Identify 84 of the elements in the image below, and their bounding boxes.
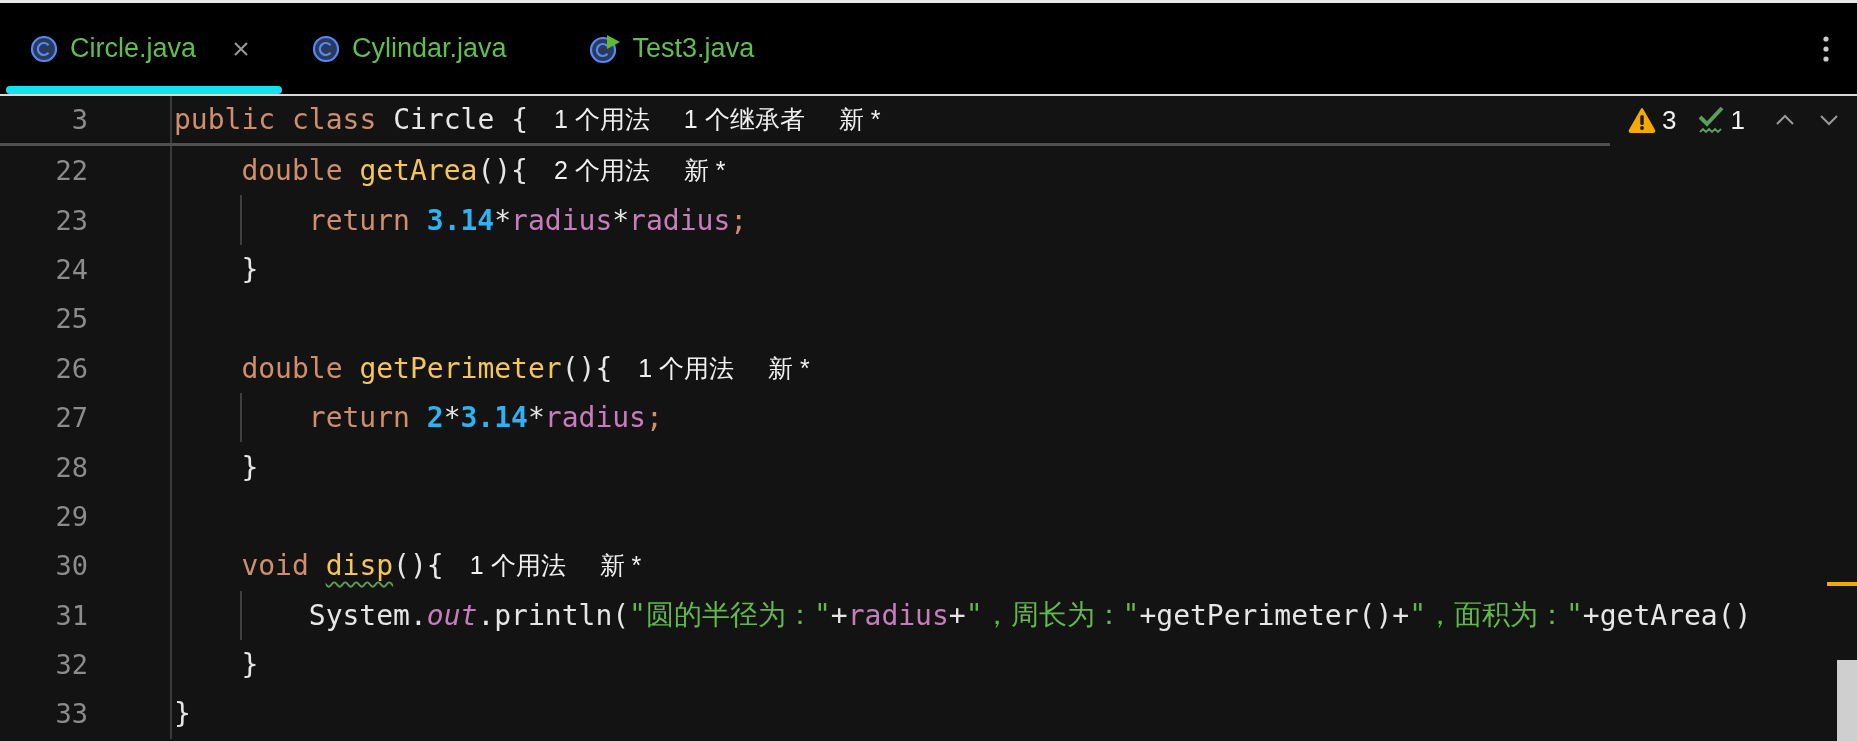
scrollbar-thumb[interactable]: [1837, 660, 1857, 741]
string-literal: "圆的半径为：": [629, 597, 831, 634]
line-number: 30: [55, 550, 88, 582]
line-number: 22: [55, 155, 88, 187]
semicolon: ;: [645, 401, 663, 435]
code-text: }: [174, 697, 191, 731]
field-name: radius: [847, 598, 949, 632]
file-tab[interactable]: Circle.java: [0, 3, 282, 94]
semicolon: ;: [730, 203, 748, 237]
code-text: (){: [393, 549, 444, 583]
inlay-hint[interactable]: 新 *: [838, 103, 881, 136]
indent-guide: [240, 195, 242, 245]
line-number: 33: [55, 698, 88, 730]
warning-count: 3: [1662, 104, 1677, 136]
code-text: }: [241, 252, 259, 286]
method-name: disp: [325, 549, 394, 583]
string-literal: "，面积为：": [1409, 597, 1583, 634]
line-number: 24: [55, 253, 88, 285]
field-name: radius: [629, 203, 731, 237]
keyword: void: [241, 549, 309, 583]
more-menu-icon[interactable]: [1823, 35, 1829, 62]
close-icon[interactable]: [232, 39, 251, 58]
file-tab[interactable]: Cylindar.java: [282, 3, 535, 94]
warning-icon[interactable]: [1628, 107, 1657, 133]
code-text: *: [443, 401, 461, 435]
code-text: +getArea(): [1582, 598, 1752, 632]
line-number: 29: [55, 500, 88, 532]
inlay-hint[interactable]: 1 个继承者: [683, 103, 805, 136]
number-literal: 3.14: [426, 203, 495, 237]
number-literal: 3.14: [460, 401, 528, 435]
static-field: out: [426, 598, 478, 632]
class-icon: [312, 34, 340, 63]
inlay-hint[interactable]: 1 个用法: [469, 549, 566, 583]
line-number: 3: [71, 104, 88, 135]
indent-guide: [240, 392, 242, 443]
inlay-hint[interactable]: 新 *: [768, 351, 810, 385]
line-number: 25: [55, 303, 88, 335]
class-run-icon: [588, 33, 621, 64]
tab-label: Cylindar.java: [352, 33, 507, 64]
code-text: (){: [477, 154, 528, 188]
keyword: return: [308, 401, 410, 435]
keyword: return: [308, 203, 410, 237]
keyword: public: [174, 103, 276, 136]
code-text: (){: [561, 351, 613, 385]
inlay-hint[interactable]: 1 个用法: [638, 351, 735, 385]
weak-warning-count: 1: [1730, 104, 1745, 136]
weak-warning-icon[interactable]: [1696, 105, 1725, 135]
code-text: }: [241, 450, 259, 484]
line-number: 32: [55, 649, 88, 681]
line-number: 31: [55, 599, 88, 631]
code-text: *: [494, 203, 512, 237]
inlay-hint[interactable]: 新 *: [599, 549, 642, 583]
string-literal: "，周长为：": [965, 597, 1140, 634]
line-number: 27: [55, 402, 88, 434]
code-text: System.: [308, 598, 427, 632]
number-literal: 2: [426, 401, 444, 435]
code-text: *: [612, 203, 630, 237]
field-name: radius: [544, 401, 646, 435]
previous-highlight-button[interactable]: [1775, 114, 1795, 126]
line-number: 23: [55, 204, 88, 236]
code-text: .println(: [477, 598, 630, 632]
code-text: *: [527, 401, 545, 435]
code-text: +getPerimeter()+: [1139, 598, 1410, 632]
code-text: }: [241, 648, 259, 682]
keyword: double: [241, 154, 343, 188]
method-name: getArea: [359, 154, 478, 188]
keyword: class: [292, 103, 377, 136]
field-name: radius: [511, 203, 613, 237]
code-text: Circle {: [393, 103, 528, 136]
indent-guide: [240, 590, 242, 640]
keyword: double: [241, 351, 343, 385]
inlay-hint[interactable]: 新 *: [683, 154, 726, 188]
file-tab[interactable]: Test3.java: [558, 3, 783, 94]
method-name: getPerimeter: [359, 351, 562, 385]
class-icon: [30, 34, 58, 63]
code-text: +: [830, 598, 848, 632]
tab-label: Circle.java: [70, 33, 197, 64]
next-highlight-button[interactable]: [1819, 114, 1839, 126]
line-number: 28: [55, 451, 88, 483]
inlay-hint[interactable]: 2 个用法: [554, 154, 650, 188]
line-number: 26: [55, 352, 88, 384]
tab-label: Test3.java: [632, 33, 755, 64]
inlay-hint[interactable]: 1 个用法: [554, 103, 650, 136]
code-text: +: [948, 598, 966, 632]
